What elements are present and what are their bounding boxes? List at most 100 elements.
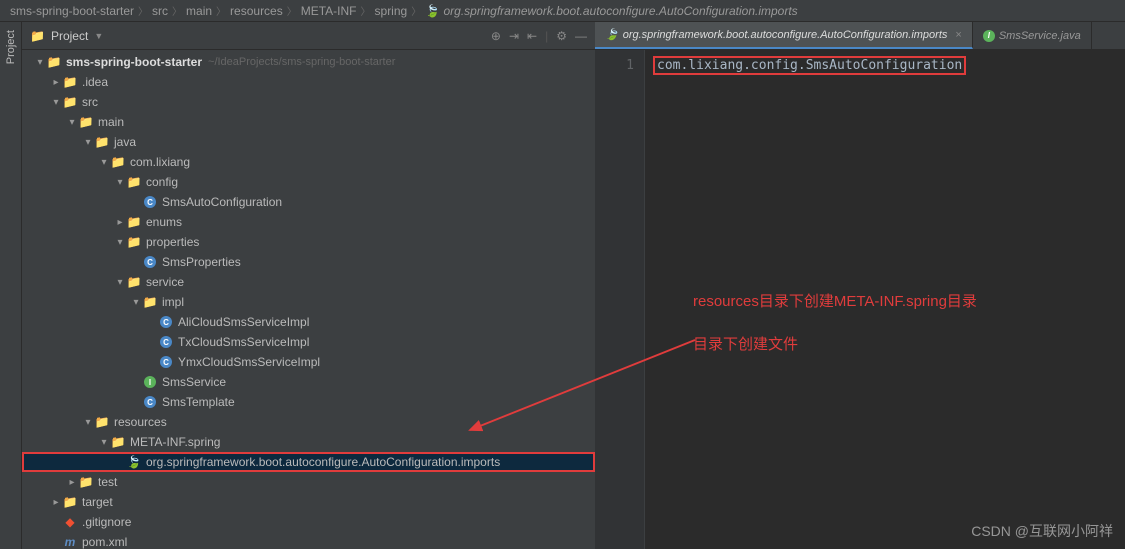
package-icon: 📁 [142, 294, 158, 310]
git-icon: ◆ [62, 514, 78, 530]
spring-icon: 🍃 [425, 4, 443, 18]
tree-label: AliCloudSmsServiceImpl [178, 315, 309, 329]
breadcrumb-sep: 〉 [287, 3, 297, 18]
tree-arrow-icon[interactable]: ▸ [50, 497, 62, 508]
editor-panel: 🍃org.springframework.boot.autoconfigure.… [595, 22, 1125, 549]
folder-icon: 📁 [94, 414, 110, 430]
editor-code[interactable]: com.lixiang.config.SmsAutoConfiguration [645, 50, 974, 549]
package-icon: 📁 [126, 234, 142, 250]
tree-label: sms-spring-boot-starter [66, 55, 202, 69]
breadcrumb-sep: 〉 [138, 3, 148, 18]
sidebar-label[interactable]: Project [5, 30, 17, 64]
tree-label: enums [146, 215, 182, 229]
editor-gutter: 1 [595, 50, 645, 549]
tree-item[interactable]: ▾📁java [22, 132, 595, 152]
tree-item[interactable]: ▾📁impl [22, 292, 595, 312]
tree-arrow-icon[interactable]: ▸ [50, 77, 62, 88]
package-icon: 📁 [126, 214, 142, 230]
dropdown-icon[interactable]: ▼ [94, 31, 103, 41]
tree-arrow-icon[interactable]: ▾ [98, 437, 110, 448]
folder-icon: 📁 [94, 134, 110, 150]
hide-icon[interactable]: — [575, 29, 587, 43]
breadcrumb-item[interactable]: META-INF [301, 4, 357, 18]
tree-arrow-icon[interactable]: ▾ [50, 97, 62, 108]
tree-arrow-icon[interactable]: ▾ [98, 157, 110, 168]
tree-item[interactable]: CSmsAutoConfiguration [22, 192, 595, 212]
package-icon: 📁 [126, 274, 142, 290]
breadcrumb-item[interactable]: 🍃 org.springframework.boot.autoconfigure… [425, 4, 797, 18]
tree-label: com.lixiang [130, 155, 190, 169]
breadcrumb-item[interactable]: src [152, 4, 168, 18]
tree-arrow-icon[interactable]: ▾ [82, 417, 94, 428]
tree-arrow-icon[interactable]: ▾ [130, 297, 142, 308]
tree-item[interactable]: ▸📁 enums [22, 212, 595, 232]
breadcrumb-sep: 〉 [172, 3, 182, 18]
class-icon: C [142, 194, 158, 210]
close-icon[interactable]: × [955, 29, 961, 41]
package-icon: 📁 [110, 154, 126, 170]
breadcrumb[interactable]: sms-spring-boot-starter 〉 src 〉 main 〉 resourc… [0, 0, 1125, 22]
tree-item[interactable]: ▾📁 config [22, 172, 595, 192]
tree-arrow-icon[interactable]: ▸ [66, 477, 78, 488]
class-icon: C [158, 314, 174, 330]
tree-arrow-icon[interactable]: ▾ [34, 57, 46, 68]
tree-item[interactable]: ISmsService [22, 372, 595, 392]
tree-arrow-icon[interactable]: ▾ [66, 117, 78, 128]
tree-label: .gitignore [82, 515, 131, 529]
class-icon: C [142, 254, 158, 270]
tree-item[interactable]: ▾📁src [22, 92, 595, 112]
tab-label: org.springframework.boot.autoconfigure.A… [623, 29, 948, 41]
tree-item[interactable]: ▾📁properties [22, 232, 595, 252]
tree-item[interactable]: ▾📁 com.lixiang [22, 152, 595, 172]
tree-item[interactable]: ◆ .gitignore [22, 512, 595, 532]
collapse-icon[interactable]: ⇤ [527, 29, 537, 43]
tree-item[interactable]: mpom.xml [22, 532, 595, 549]
tree-arrow-icon[interactable]: ▾ [114, 277, 126, 288]
tree-item[interactable]: ▾📁main [22, 112, 595, 132]
breadcrumb-sep: 〉 [361, 3, 371, 18]
tree-item[interactable]: CYmxCloudSmsServiceImpl [22, 352, 595, 372]
tree-item[interactable]: ▸📁.idea [22, 72, 595, 92]
breadcrumb-item[interactable]: main [186, 4, 212, 18]
tree-item[interactable]: ▸📁target [22, 492, 595, 512]
breadcrumb-sep: 〉 [216, 3, 226, 18]
editor-tab[interactable]: 🍃org.springframework.boot.autoconfigure.… [595, 22, 973, 49]
breadcrumb-item[interactable]: sms-spring-boot-starter [10, 4, 134, 18]
tree-item[interactable]: C AliCloudSmsServiceImpl [22, 312, 595, 332]
folder-icon: 📁 [30, 29, 45, 43]
tree-label: TxCloudSmsServiceImpl [178, 335, 309, 349]
breadcrumb-item[interactable]: resources [230, 4, 283, 18]
tree-item[interactable]: CSmsProperties [22, 252, 595, 272]
tree-item[interactable]: ▸📁test [22, 472, 595, 492]
watermark: CSDN @互联网小阿祥 [971, 521, 1113, 541]
tree-item[interactable]: ▾📁resources [22, 412, 595, 432]
spring-icon: 🍃 [126, 454, 142, 470]
package-icon: 📁 [126, 174, 142, 190]
expand-icon[interactable]: ⇥ [509, 29, 519, 43]
tree-item[interactable]: ▾📁sms-spring-boot-starter~/IdeaProjects/… [22, 52, 595, 72]
folder-icon: 📁 [62, 94, 78, 110]
breadcrumb-item[interactable]: spring [375, 4, 408, 18]
panel-title[interactable]: 📁 Project ▼ [30, 29, 103, 43]
tree-arrow-icon[interactable]: ▾ [114, 177, 126, 188]
tree-label: service [146, 275, 184, 289]
tree-arrow-icon[interactable]: ▾ [82, 137, 94, 148]
tree-item[interactable]: ▾📁META-INF.spring [22, 432, 595, 452]
editor-tab[interactable]: ISmsService.java [973, 22, 1092, 49]
folder-icon: 📁 [46, 54, 62, 70]
project-tree[interactable]: ▾📁sms-spring-boot-starter~/IdeaProjects/… [22, 50, 595, 549]
tree-label: META-INF.spring [130, 435, 220, 449]
tree-item[interactable]: ▾📁 service [22, 272, 595, 292]
tree-item[interactable]: CTxCloudSmsServiceImpl [22, 332, 595, 352]
tree-item[interactable]: CSmsTemplate [22, 392, 595, 412]
tree-arrow-icon[interactable]: ▸ [114, 217, 126, 228]
line-number: 1 [595, 58, 634, 73]
tree-label: .idea [82, 75, 108, 89]
code-line[interactable]: com.lixiang.config.SmsAutoConfiguration [655, 58, 964, 73]
settings-icon[interactable]: ⚙ [556, 29, 567, 43]
target-icon[interactable]: ⊕ [491, 29, 501, 43]
tree-arrow-icon[interactable]: ▾ [114, 237, 126, 248]
tree-item[interactable]: 🍃org.springframework.boot.autoconfigure.… [22, 452, 595, 472]
breadcrumb-sep: 〉 [411, 3, 421, 18]
tree-label: config [146, 175, 178, 189]
